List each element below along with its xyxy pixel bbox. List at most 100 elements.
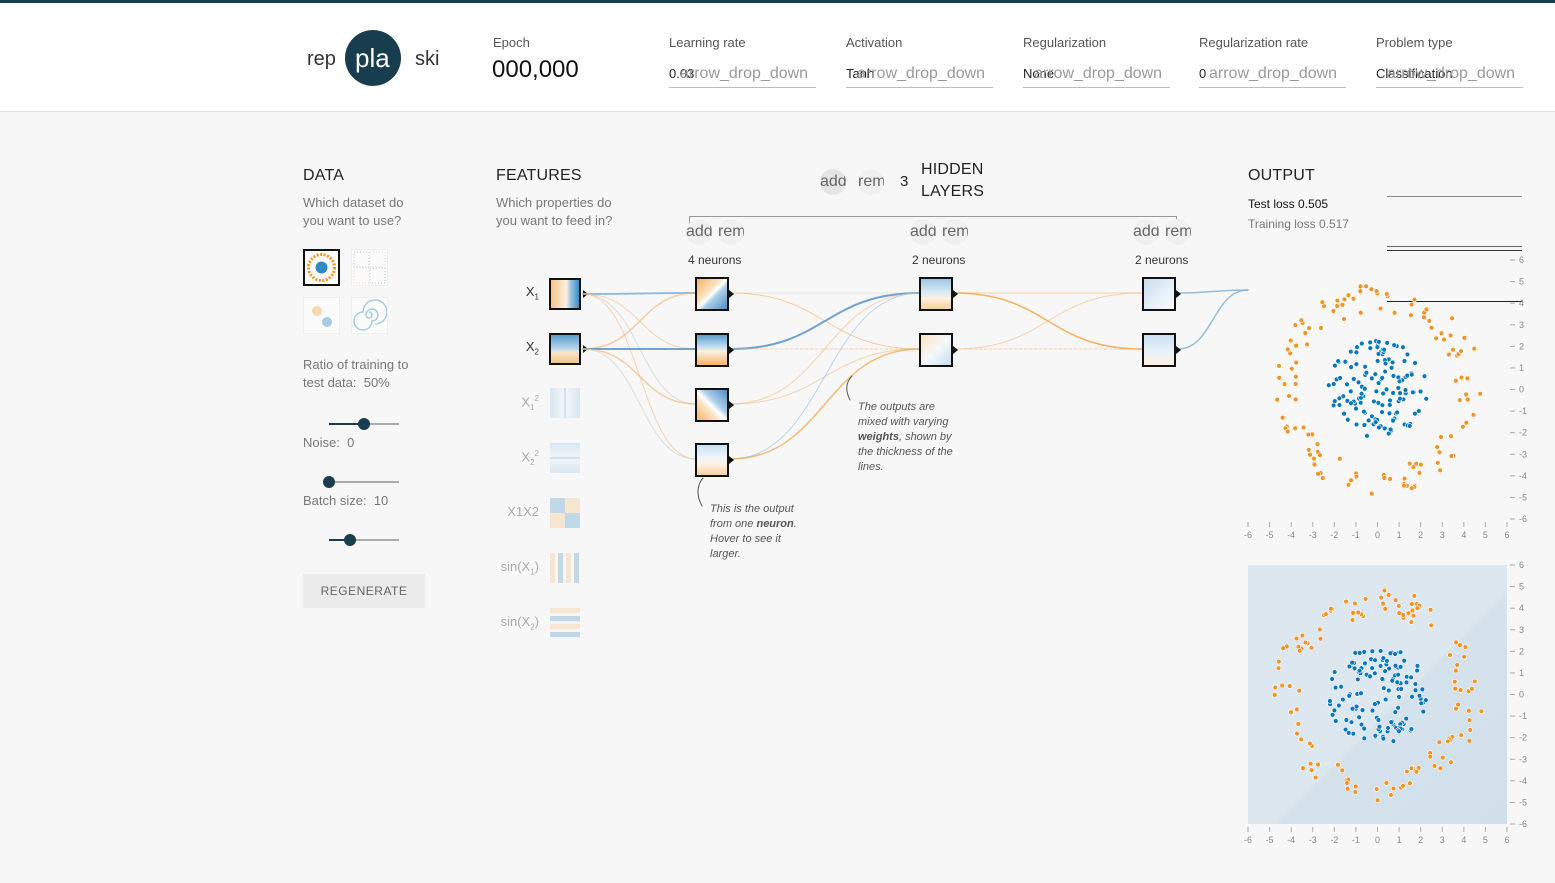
annotation-neuron-pointer xyxy=(697,477,704,507)
orange-data-point xyxy=(1369,490,1375,497)
orange-data-point xyxy=(1407,780,1413,786)
add-layer-button[interactable]: add xyxy=(820,169,846,195)
remove-neuron-button[interactable]: remove xyxy=(718,219,744,245)
orange-data-point xyxy=(1281,381,1288,387)
layer-neuron-count: 2 neurons xyxy=(1135,253,1189,267)
orange-data-point xyxy=(1447,652,1453,658)
blue-data-point xyxy=(1395,705,1401,711)
add-neuron-button[interactable]: add xyxy=(686,219,712,245)
neuron[interactable] xyxy=(1142,333,1176,367)
remove-icon: remove xyxy=(942,223,968,240)
orange-data-point xyxy=(1272,684,1278,691)
orange-data-point xyxy=(1461,654,1467,660)
blue-data-point xyxy=(1407,423,1413,429)
neuron[interactable] xyxy=(695,388,729,422)
orange-data-point xyxy=(1433,335,1439,342)
blue-data-point xyxy=(1337,375,1343,381)
blue-data-point xyxy=(1326,382,1332,388)
orange-data-point xyxy=(1410,613,1417,619)
blue-data-point xyxy=(1386,410,1393,417)
neuron[interactable] xyxy=(695,443,729,477)
orange-data-point xyxy=(1349,617,1356,623)
orange-data-point xyxy=(1304,341,1310,348)
orange-data-point xyxy=(1416,470,1423,476)
orange-data-point xyxy=(1317,636,1324,642)
orange-data-point xyxy=(1293,359,1299,366)
blue-data-point xyxy=(1338,684,1344,690)
x-tick-label: 4 xyxy=(1461,835,1466,845)
neuron-output-arrow xyxy=(729,346,734,354)
orange-data-point xyxy=(1404,768,1410,775)
loss-chart-line xyxy=(1387,196,1522,197)
blue-data-point xyxy=(1356,667,1363,674)
orange-data-point xyxy=(1461,335,1468,341)
y-tick-label: -1 xyxy=(1519,711,1527,721)
blue-data-point xyxy=(1369,648,1376,654)
orange-data-point xyxy=(1411,296,1418,303)
decision-boundary-plot: -6 -6 -5 -5 -4 -4 -3 -3 -2 -2 -1 -1 0 0 1 1 2 2 3 3 4 4 5 5 6 6 xyxy=(1244,560,1527,845)
orange-data-point xyxy=(1345,292,1352,298)
link-l3-out-b xyxy=(1177,289,1249,350)
blue-data-point xyxy=(1379,409,1385,415)
blue-data-point xyxy=(1372,657,1378,663)
orange-data-point xyxy=(1348,477,1354,483)
blue-data-point xyxy=(1404,674,1410,680)
orange-data-point xyxy=(1298,736,1304,743)
add-neuron-button[interactable]: add xyxy=(910,219,936,245)
y-tick-label: 0 xyxy=(1519,385,1524,395)
neuron[interactable] xyxy=(1142,277,1176,311)
remove-layer-button[interactable]: remove xyxy=(858,169,884,195)
blue-data-point xyxy=(1367,339,1373,346)
x-tick-label: 0 xyxy=(1375,530,1380,540)
orange-data-point xyxy=(1453,378,1459,384)
blue-data-point xyxy=(1419,686,1426,693)
blue-data-point xyxy=(1372,701,1378,707)
orange-data-point xyxy=(1381,587,1388,594)
blue-data-point xyxy=(1372,419,1379,425)
blue-data-point xyxy=(1382,368,1388,375)
blue-data-point xyxy=(1394,679,1400,685)
y-tick-label: -1 xyxy=(1519,406,1527,416)
x-tick-label: -1 xyxy=(1352,530,1360,540)
orange-data-point xyxy=(1381,475,1387,481)
blue-data-point xyxy=(1416,693,1423,699)
orange-data-point xyxy=(1386,592,1392,598)
orange-data-point xyxy=(1274,397,1280,403)
y-tick-label: 2 xyxy=(1519,341,1524,351)
layer-neuron-count: 2 neurons xyxy=(912,253,966,267)
orange-data-point xyxy=(1319,299,1326,305)
blue-data-point xyxy=(1390,390,1396,396)
blue-data-point xyxy=(1382,668,1388,674)
orange-data-point xyxy=(1330,308,1337,314)
neuron[interactable] xyxy=(695,277,729,311)
y-tick-label: -2 xyxy=(1519,733,1527,743)
blue-data-point xyxy=(1372,371,1379,377)
y-tick-label: 2 xyxy=(1519,646,1524,656)
x-tick-label: 1 xyxy=(1397,530,1402,540)
orange-data-point xyxy=(1279,415,1286,421)
link-x2-h3 xyxy=(582,348,697,405)
orange-data-point xyxy=(1387,476,1393,482)
remove-icon: remove xyxy=(858,173,884,190)
blue-data-point xyxy=(1388,365,1395,371)
neuron[interactable] xyxy=(919,277,953,311)
orange-data-point xyxy=(1350,296,1357,302)
x-tick-label: -2 xyxy=(1330,530,1338,540)
y-tick-label: -3 xyxy=(1519,754,1527,764)
add-neuron-button[interactable]: add xyxy=(1133,219,1159,245)
orange-data-point xyxy=(1462,644,1469,650)
remove-neuron-button[interactable]: remove xyxy=(942,219,968,245)
orange-data-point xyxy=(1319,475,1326,481)
blue-data-point xyxy=(1389,678,1395,684)
x-tick-label: -1 xyxy=(1352,835,1360,845)
remove-neuron-button[interactable]: remove xyxy=(1165,219,1191,245)
blue-data-point xyxy=(1350,730,1356,737)
blue-data-point xyxy=(1329,712,1336,718)
orange-data-point xyxy=(1292,425,1298,431)
orange-data-point xyxy=(1315,761,1321,768)
neuron[interactable] xyxy=(919,333,953,367)
orange-data-point xyxy=(1276,363,1282,369)
neuron[interactable] xyxy=(695,333,729,367)
y-tick-label: -3 xyxy=(1519,449,1527,459)
blue-data-point xyxy=(1400,344,1406,350)
